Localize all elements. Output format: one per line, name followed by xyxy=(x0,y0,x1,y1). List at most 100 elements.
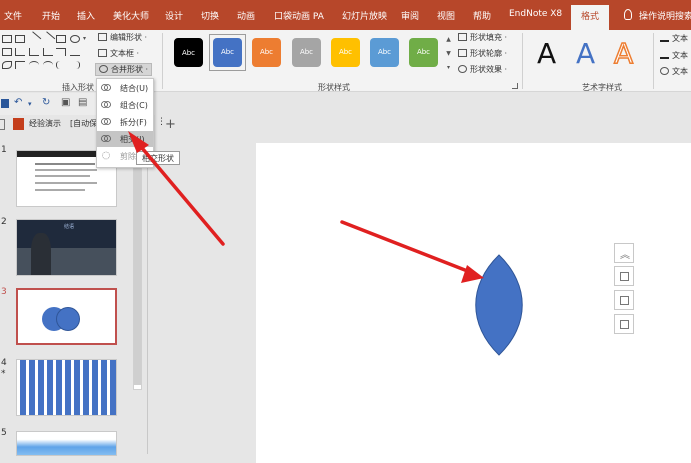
thumb-stripe xyxy=(56,360,62,415)
slide-thumbnail-3[interactable] xyxy=(16,288,117,345)
thumb-stripe xyxy=(20,360,26,415)
slide-thumbnail-5[interactable] xyxy=(16,431,117,456)
brace-right-shape-icon[interactable] xyxy=(70,61,80,69)
save-icon[interactable] xyxy=(1,99,9,108)
presenter-icon[interactable]: ▤ xyxy=(78,97,87,108)
shape-style-swatch-green[interactable]: Abc xyxy=(409,38,438,67)
tell-me-search[interactable]: 操作说明搜索 xyxy=(639,9,691,22)
undo-icon[interactable]: ↶ xyxy=(14,97,22,108)
insert-shapes-group-label: 插入形状 xyxy=(62,83,94,92)
corner-shape-icon[interactable] xyxy=(56,48,66,56)
ribbon-tab-bar: 文件 开始 插入 美化大师 设计 切换 动画 口袋动画 PA 幻灯片放映 审阅 … xyxy=(0,0,691,30)
brace-shape-icon[interactable] xyxy=(56,61,66,69)
tab-slideshow[interactable]: 幻灯片放映 xyxy=(342,9,387,22)
slideshow-icon[interactable]: ▣ xyxy=(61,97,70,108)
elbow-connector-shape-icon[interactable] xyxy=(29,48,39,56)
layout-options-button[interactable] xyxy=(614,266,634,286)
menu-item-union[interactable]: 结合(U) xyxy=(97,80,153,96)
freeform-shape-icon[interactable] xyxy=(2,61,12,69)
tab-design[interactable]: 设计 xyxy=(165,9,183,22)
menu-item-fragment[interactable]: 拆分(F) xyxy=(97,114,153,130)
shape-style-swatch-gray[interactable]: Abc xyxy=(292,38,321,67)
text-outline-icon xyxy=(660,51,669,59)
menu-item-combine[interactable]: 组合(C) xyxy=(97,97,153,113)
tab-animations[interactable]: 动画 xyxy=(237,9,255,22)
powerpoint-icon xyxy=(13,118,24,130)
thumb-stripe xyxy=(101,360,107,415)
edit-shape-button[interactable]: 编辑形状 · xyxy=(98,32,147,43)
add-tab-icon[interactable]: + xyxy=(165,117,176,132)
crop-shape-button[interactable] xyxy=(614,314,634,334)
panel-scrollbar-thumb[interactable] xyxy=(134,140,141,385)
shape-effects-button[interactable]: 形状效果 · xyxy=(458,64,507,75)
tab-transitions[interactable]: 切换 xyxy=(201,9,219,22)
tab-view[interactable]: 视图 xyxy=(437,9,455,22)
wordart-black[interactable]: A xyxy=(537,37,556,70)
tab-endnote[interactable]: EndNote X8 xyxy=(509,9,562,19)
wordart-blue[interactable]: A xyxy=(576,37,595,70)
format-shape-button[interactable] xyxy=(614,290,634,310)
shape-style-swatch-lightblue[interactable]: Abc xyxy=(370,38,399,67)
curve-shape-icon[interactable] xyxy=(43,61,53,69)
triangle-shape-icon[interactable] xyxy=(15,48,25,56)
tab-file[interactable]: 文件 xyxy=(4,9,22,22)
slide-thumbnail-2[interactable]: 结语 xyxy=(16,219,117,276)
thumb-stripe xyxy=(83,360,89,415)
slide-thumbnail-4[interactable] xyxy=(16,359,117,416)
gallery-expand-icon[interactable]: ▾ xyxy=(444,62,453,74)
shape-outline-button[interactable]: 形状轮廓 · xyxy=(458,48,507,59)
gallery-more-icon[interactable]: ▾ xyxy=(83,35,86,42)
rect-shape-icon[interactable] xyxy=(15,35,25,43)
oval-shape-icon[interactable] xyxy=(70,35,80,43)
text-box-button[interactable]: 文本框 · xyxy=(98,48,139,59)
wordart-orange-outline[interactable]: A xyxy=(613,36,634,71)
line-shape-icon[interactable] xyxy=(27,31,42,45)
shape-style-swatch-gold[interactable]: Abc xyxy=(331,38,360,67)
shape-style-swatch-black[interactable]: Abc xyxy=(174,38,203,67)
connector-shape-icon[interactable] xyxy=(43,48,53,56)
text-fill-button[interactable]: 文本 xyxy=(660,33,688,44)
gallery-scroll-up-icon[interactable]: ▲ xyxy=(444,34,453,46)
union-icon xyxy=(101,84,111,91)
rectangle-shape-icon[interactable] xyxy=(56,35,66,43)
thumb-text-line xyxy=(35,163,95,165)
thumb-stripe xyxy=(38,360,44,415)
thumb-stripe xyxy=(29,360,35,415)
doc-tab-title[interactable]: 经验演示 xyxy=(29,118,61,129)
text-effects-button[interactable]: 文本 xyxy=(660,66,688,77)
tab-review[interactable]: 审阅 xyxy=(401,9,419,22)
gallery-scroll-down-icon[interactable]: ▼ xyxy=(444,48,453,60)
doc-icon xyxy=(0,119,5,130)
merge-shapes-button[interactable]: 合并形状 · xyxy=(95,63,153,76)
arc-shape-icon[interactable] xyxy=(29,61,39,69)
shape-fill-button[interactable]: 形状填充 · xyxy=(458,32,507,43)
panel-splitter[interactable] xyxy=(147,135,148,454)
rounded-rect-shape-icon[interactable] xyxy=(2,48,12,56)
arrow-line-shape-icon[interactable] xyxy=(41,31,56,45)
pen-icon xyxy=(458,49,467,57)
down-arrow-shape-icon[interactable] xyxy=(70,48,80,56)
shape-style-swatch-blue[interactable]: Abc xyxy=(213,38,242,67)
thumb-sky xyxy=(17,432,116,455)
tab-format[interactable]: 格式 xyxy=(571,5,610,30)
redo-icon[interactable]: ↻ xyxy=(42,97,50,108)
textbox-shape-icon[interactable] xyxy=(2,35,12,43)
slide-animation-star: * xyxy=(1,369,6,379)
shape-icon[interactable] xyxy=(15,61,25,69)
thumb-stripe xyxy=(110,360,116,415)
tab-help[interactable]: 帮助 xyxy=(473,9,491,22)
doc-tab-autosave[interactable]: [自动保 xyxy=(70,118,97,129)
slide-number: 3 xyxy=(1,287,7,297)
shape-style-swatch-orange[interactable]: Abc xyxy=(252,38,281,67)
text-outline-button[interactable]: 文本 xyxy=(660,50,688,61)
tab-insert[interactable]: 插入 xyxy=(77,9,95,22)
tab-beautify-master[interactable]: 美化大师 xyxy=(113,9,149,22)
undo-dropdown-icon[interactable]: ▾ xyxy=(28,100,32,108)
tab-home[interactable]: 开始 xyxy=(42,9,60,22)
slide-number: 5 xyxy=(1,428,7,438)
menu-item-intersect[interactable]: 相交(I) xyxy=(97,131,153,147)
fragment-icon xyxy=(101,118,111,125)
collapse-toolbar-button[interactable]: ︽ xyxy=(614,243,634,263)
dialog-launcher-icon[interactable] xyxy=(512,83,518,89)
tab-pocket-animation[interactable]: 口袋动画 PA xyxy=(274,9,324,22)
